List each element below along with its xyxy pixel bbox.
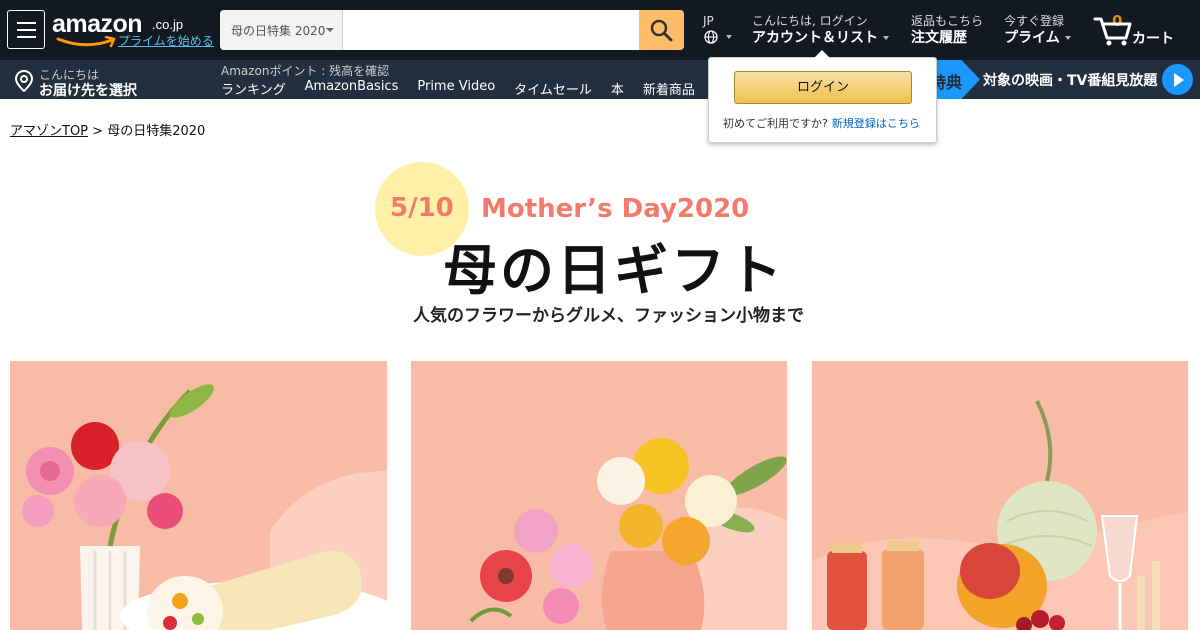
language-selector[interactable]: JP <box>703 14 743 46</box>
chevron-down-icon <box>726 35 732 39</box>
smile-arrow-icon <box>56 36 116 48</box>
search-icon <box>650 19 673 42</box>
start-prime-link[interactable]: プライムを始める <box>118 32 214 49</box>
breadcrumb-separator: > <box>88 124 108 139</box>
breadcrumb-current: 母の日特集2020 <box>107 124 206 139</box>
prime-signup-label: 今すぐ登録 <box>1004 14 1065 28</box>
chevron-down-icon <box>326 28 334 32</box>
signin-flyout: ログイン 初めてご利用ですか? 新規登録はこちら <box>708 50 937 143</box>
breadcrumb-root-link[interactable]: アマゾンTOP <box>10 124 88 139</box>
login-button[interactable]: ログイン <box>734 71 912 104</box>
menu-icon[interactable] <box>7 10 45 49</box>
hero-subtitle: 人気のフラワーからグルメ、ファッション小物まで <box>413 306 804 326</box>
orders-link[interactable]: 返品もこちら 注文履歴 <box>911 13 983 47</box>
search-department-select[interactable]: 母の日特集 2020 <box>220 10 343 50</box>
subnav-link-new-arrivals[interactable]: 新着商品 <box>643 79 695 98</box>
subnav-link-amazonbasics[interactable]: AmazonBasics <box>305 79 399 98</box>
chevron-down-icon <box>1064 36 1071 40</box>
search-bar: 母の日特集 2020 <box>220 10 684 50</box>
flowers-and-roll-cake-image <box>10 361 387 630</box>
hero-title: 母の日ギフト <box>443 239 785 302</box>
search-button[interactable] <box>639 10 684 50</box>
hero-date: 5/10 <box>390 193 454 223</box>
hero-english-title: Mother’s Day2020 <box>481 194 750 224</box>
location-pin-icon <box>14 70 34 92</box>
register-link[interactable]: 新規登録はこちら <box>832 117 920 130</box>
cart-label: カート <box>1132 31 1174 47</box>
language-code: JP <box>703 14 714 28</box>
gift-tile-flowers[interactable] <box>411 361 787 630</box>
prime-label: プライム <box>1004 30 1060 46</box>
gift-tile-sweets[interactable] <box>10 361 387 630</box>
returns-label: 返品もこちら <box>911 14 984 28</box>
cart-button[interactable]: 0 カート <box>1093 12 1183 48</box>
deliver-label: お届け先を選択 <box>39 83 137 99</box>
amazon-logo[interactable]: amazon .co.jp プライムを始める <box>52 10 214 50</box>
points-balance-link[interactable]: Amazonポイント : 残高を確認 <box>221 62 389 79</box>
promo-text: 対象の映画・TV番組見放題 <box>983 73 1158 89</box>
chevron-down-icon <box>883 36 889 40</box>
subnav-link-books[interactable]: 本 <box>611 79 624 98</box>
search-department-label: 母の日特集 2020 <box>231 24 326 38</box>
globe-icon <box>704 30 718 44</box>
account-greeting: こんにちは, ログイン <box>752 14 868 28</box>
search-input[interactable] <box>344 10 639 50</box>
subnav-links: ランキング AmazonBasics Prime Video タイムセール 本 … <box>221 79 714 98</box>
prime-menu[interactable]: 今すぐ登録 プライム <box>1004 13 1071 47</box>
new-customer-note: 初めてご利用ですか? <box>723 117 828 130</box>
fruit-and-juice-gift-image <box>812 361 1188 630</box>
subnav-link-prime-video[interactable]: Prime Video <box>417 79 495 98</box>
cart-icon <box>1093 17 1132 46</box>
subnav-link-ranking[interactable]: ランキング <box>221 79 286 98</box>
top-nav: amazon .co.jp プライムを始める 母の日特集 2020 JP こんに… <box>0 0 1200 60</box>
orders-label: 注文履歴 <box>911 30 967 46</box>
play-icon <box>1162 64 1193 95</box>
gift-tile-gourmet[interactable] <box>812 361 1188 630</box>
logo-domain: .co.jp <box>152 17 184 32</box>
subnav-link-timesale[interactable]: タイムセール <box>514 79 592 98</box>
account-menu[interactable]: こんにちは, ログイン アカウント＆リスト <box>752 13 889 47</box>
account-lists-label: アカウント＆リスト <box>752 30 878 46</box>
prime-video-promo[interactable]: 特典 対象の映画・TV番組見放題 <box>918 60 1200 99</box>
flower-bouquet-image <box>411 361 787 630</box>
breadcrumb: アマゾンTOP > 母の日特集2020 <box>10 120 205 139</box>
